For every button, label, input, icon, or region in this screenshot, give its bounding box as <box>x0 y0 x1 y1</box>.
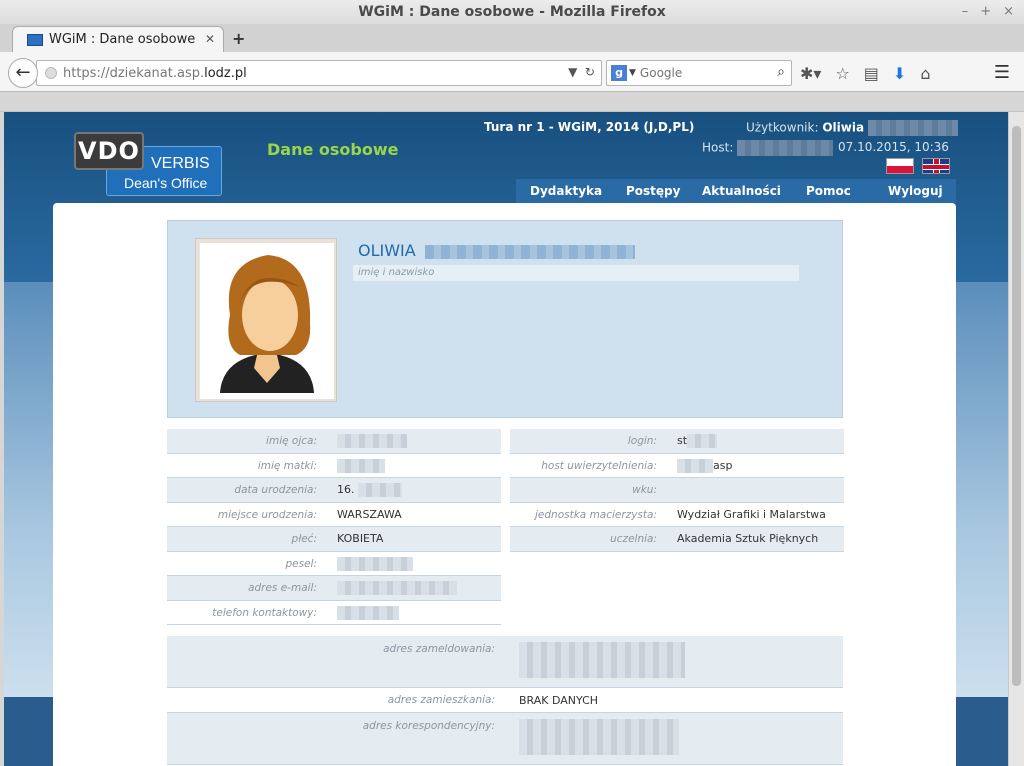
polish-flag-icon[interactable] <box>886 158 914 174</box>
page-title: Dane osobowe <box>267 140 399 159</box>
redacted-value <box>337 556 413 571</box>
toolbar-spacer <box>0 92 1024 112</box>
table-row: uczelnia: Akademia Sztuk Pięknych <box>510 527 844 552</box>
scrollbar-thumb[interactable] <box>1012 126 1021 686</box>
name-caption-row: imię i nazwisko <box>353 265 799 281</box>
search-icon[interactable]: ⌕ <box>777 64 785 80</box>
avatar-placeholder-icon <box>200 243 334 399</box>
table-row: miejsce urodzenia: WARSZAWA <box>167 502 501 527</box>
top-navigation: Dydaktyka Postępy Aktualności Pomoc Wylo… <box>516 179 956 203</box>
redacted-host <box>737 140 834 156</box>
toolbar-icons: ✱▾ ☆ ▤ ⬇ ⌂ <box>800 64 930 83</box>
clipboard-icon[interactable]: ▤ <box>864 64 879 83</box>
url-text: https://dziekanat.asp.lodz.pl <box>63 65 247 81</box>
download-icon[interactable]: ⬇ <box>893 64 906 83</box>
table-row: login: st <box>510 429 844 454</box>
redacted-value <box>337 581 457 595</box>
account-data-table: login: st host uwierzytelnienia: asp wku: … <box>510 429 844 552</box>
redacted-value <box>337 434 407 448</box>
tab-strip: WGiM : Dane osobowe ✕ + <box>0 24 1024 52</box>
table-row: adres korespondencyjny: <box>167 713 843 765</box>
page-viewport: VERBIS Dean's Office VDO Dane osobowe Tu… <box>4 112 1008 766</box>
user-info: Użytkownik: Oliwia <box>746 120 958 136</box>
table-row: imię ojca: <box>167 429 501 454</box>
tab-title: WGiM : Dane osobowe <box>49 32 196 47</box>
search-bar[interactable]: g ▼ ⌕ <box>606 60 792 86</box>
maximize-icon[interactable]: + <box>980 4 991 19</box>
close-window-icon[interactable]: × <box>1003 4 1014 19</box>
logo-vdo-text: VDO <box>74 132 144 170</box>
window-titlebar: WGiM : Dane osobowe - Mozilla Firefox – … <box>0 0 1024 24</box>
table-row: data urodzenia: 16. <box>167 478 501 503</box>
redacted-value <box>337 605 399 620</box>
table-row: adres e-mail: <box>167 576 501 601</box>
english-flag-icon[interactable] <box>922 158 950 174</box>
nav-pomoc[interactable]: Pomoc <box>806 179 888 203</box>
session-datetime: 07.10.2015, 10:36 <box>838 140 949 154</box>
back-button[interactable]: ← <box>8 58 38 88</box>
nav-aktualnosci[interactable]: Aktualności <box>702 179 806 203</box>
table-row: pesel: <box>167 551 501 576</box>
tura-info: Tura nr 1 - WGiM, 2014 (J,D,PL) <box>484 120 695 134</box>
student-name: OLIWIA <box>358 241 635 260</box>
table-row: jednostka macierzysta: Wydział Grafiki i … <box>510 502 844 527</box>
nav-wyloguj[interactable]: Wyloguj <box>888 179 943 203</box>
window-title: WGiM : Dane osobowe - Mozilla Firefox <box>358 4 666 20</box>
main-content-card: OLIWIA imię i nazwisko imię ojca: imię m… <box>53 203 956 766</box>
bookmark-star-icon[interactable]: ☆ <box>835 64 849 83</box>
logo-verbis-text: VERBIS <box>151 155 210 172</box>
redacted-value <box>677 458 713 473</box>
table-row: wku: <box>510 478 844 503</box>
table-row: imię matki: <box>167 453 501 478</box>
new-tab-icon[interactable]: + <box>232 29 245 48</box>
redacted-surname <box>424 244 635 259</box>
site-favicon-icon <box>27 33 43 46</box>
site-identity-icon[interactable] <box>45 67 57 79</box>
redacted-value <box>358 483 402 497</box>
nav-postepy[interactable]: Postępy <box>626 179 702 203</box>
url-bar[interactable]: https://dziekanat.asp.lodz.pl ▼ ↻ <box>36 60 602 86</box>
browser-tab-active[interactable]: WGiM : Dane osobowe ✕ <box>12 26 224 52</box>
profile-photo <box>195 238 337 402</box>
redacted-value <box>519 719 679 755</box>
minimize-icon[interactable]: – <box>962 4 969 19</box>
nav-dydaktyka[interactable]: Dydaktyka <box>530 179 626 203</box>
table-row: adres zamieszkania: BRAK DANYCH <box>167 688 843 713</box>
redacted-value <box>337 458 385 473</box>
table-row: telefon kontaktowy: <box>167 600 501 625</box>
close-tab-icon[interactable]: ✕ <box>205 32 215 46</box>
logo-deans-office-text: Dean's Office <box>124 175 208 191</box>
profile-panel: OLIWIA imię i nazwisko <box>167 220 843 418</box>
table-row: płeć: KOBIETA <box>167 527 501 552</box>
engine-dropdown-icon[interactable]: ▼ <box>629 68 636 78</box>
verbis-logo[interactable]: VERBIS Dean's Office VDO <box>74 132 224 196</box>
navigation-toolbar: https://dziekanat.asp.lodz.pl ▼ ↻ ← g ▼ … <box>0 52 1024 92</box>
name-caption: imię i nazwisko <box>358 267 435 278</box>
table-row: adres zameldowania: <box>167 636 843 688</box>
home-icon[interactable]: ⌂ <box>920 64 930 83</box>
host-info: Host: <box>702 140 834 156</box>
search-input[interactable] <box>639 66 764 80</box>
hamburger-menu-icon[interactable]: ☰ <box>994 62 1010 83</box>
page-scrollbar[interactable] <box>1008 112 1024 766</box>
url-dropdown-reload-icons[interactable]: ▼ ↻ <box>568 65 595 79</box>
addon-icon[interactable]: ✱▾ <box>800 64 821 83</box>
personal-data-table: imię ojca: imię matki: data urodzenia: 16… <box>167 429 501 625</box>
redacted-surname <box>867 120 958 136</box>
address-table: adres zameldowania: adres zamieszkania: … <box>167 636 843 765</box>
google-engine-icon[interactable]: g <box>611 65 627 81</box>
window-controls: – + × <box>962 4 1014 19</box>
table-row: host uwierzytelnienia: asp <box>510 453 844 478</box>
redacted-value <box>519 642 685 678</box>
user-name: Oliwia <box>822 120 865 135</box>
redacted-value <box>687 434 718 448</box>
